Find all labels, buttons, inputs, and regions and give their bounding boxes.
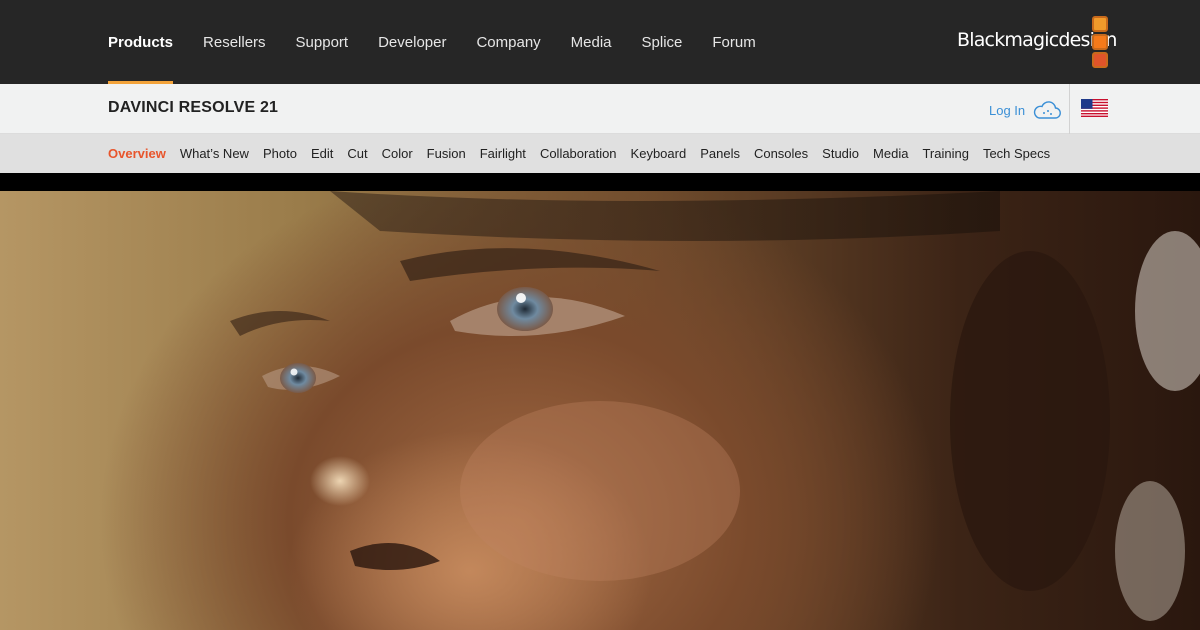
subnav-collaboration[interactable]: Collaboration bbox=[540, 146, 617, 161]
nav-products[interactable]: Products bbox=[108, 0, 174, 84]
subnav-tech-specs[interactable]: Tech Specs bbox=[983, 146, 1050, 161]
product-bar: DAVINCI RESOLVE 21 Log In bbox=[0, 84, 1200, 134]
subnav-panels[interactable]: Panels bbox=[700, 146, 740, 161]
nav-developer[interactable]: Developer bbox=[378, 0, 446, 84]
subnav-photo[interactable]: Photo bbox=[263, 146, 297, 161]
us-flag-icon[interactable] bbox=[1081, 99, 1108, 117]
blackmagic-logo[interactable]: Blackmagicdesign bbox=[957, 16, 1117, 70]
product-subnav: Overview What’s New Photo Edit Cut Color… bbox=[0, 134, 1200, 173]
hero-image bbox=[0, 191, 1200, 630]
nav-company[interactable]: Company bbox=[476, 0, 540, 84]
nav-splice[interactable]: Splice bbox=[642, 0, 683, 84]
logo-dots-icon bbox=[1092, 16, 1108, 70]
cloud-icon bbox=[1034, 101, 1062, 119]
divider bbox=[1069, 84, 1070, 134]
subnav-color[interactable]: Color bbox=[382, 146, 413, 161]
subnav-overview[interactable]: Overview bbox=[108, 146, 166, 161]
subnav-training[interactable]: Training bbox=[922, 146, 968, 161]
subnav-cut[interactable]: Cut bbox=[347, 146, 367, 161]
hero-face-illustration bbox=[230, 191, 1200, 621]
nav-support[interactable]: Support bbox=[296, 0, 349, 84]
nav-resellers[interactable]: Resellers bbox=[203, 0, 266, 84]
main-nav: Products Resellers Support Developer Com… bbox=[108, 0, 786, 84]
login-label: Log In bbox=[989, 102, 1026, 118]
subnav-fusion[interactable]: Fusion bbox=[427, 146, 466, 161]
subnav-studio[interactable]: Studio bbox=[822, 146, 859, 161]
subnav-fairlight[interactable]: Fairlight bbox=[480, 146, 526, 161]
top-bar: Products Resellers Support Developer Com… bbox=[0, 0, 1200, 84]
product-title: DAVINCI RESOLVE 21 bbox=[108, 99, 279, 116]
subnav-consoles[interactable]: Consoles bbox=[754, 146, 808, 161]
subnav-media[interactable]: Media bbox=[873, 146, 908, 161]
nav-media[interactable]: Media bbox=[571, 0, 612, 84]
login-link[interactable]: Log In bbox=[989, 100, 1062, 120]
subnav-edit[interactable]: Edit bbox=[311, 146, 333, 161]
hero-top-band bbox=[0, 173, 1200, 191]
nav-forum[interactable]: Forum bbox=[712, 0, 755, 84]
subnav-whats-new[interactable]: What’s New bbox=[180, 146, 249, 161]
subnav-keyboard[interactable]: Keyboard bbox=[631, 146, 687, 161]
